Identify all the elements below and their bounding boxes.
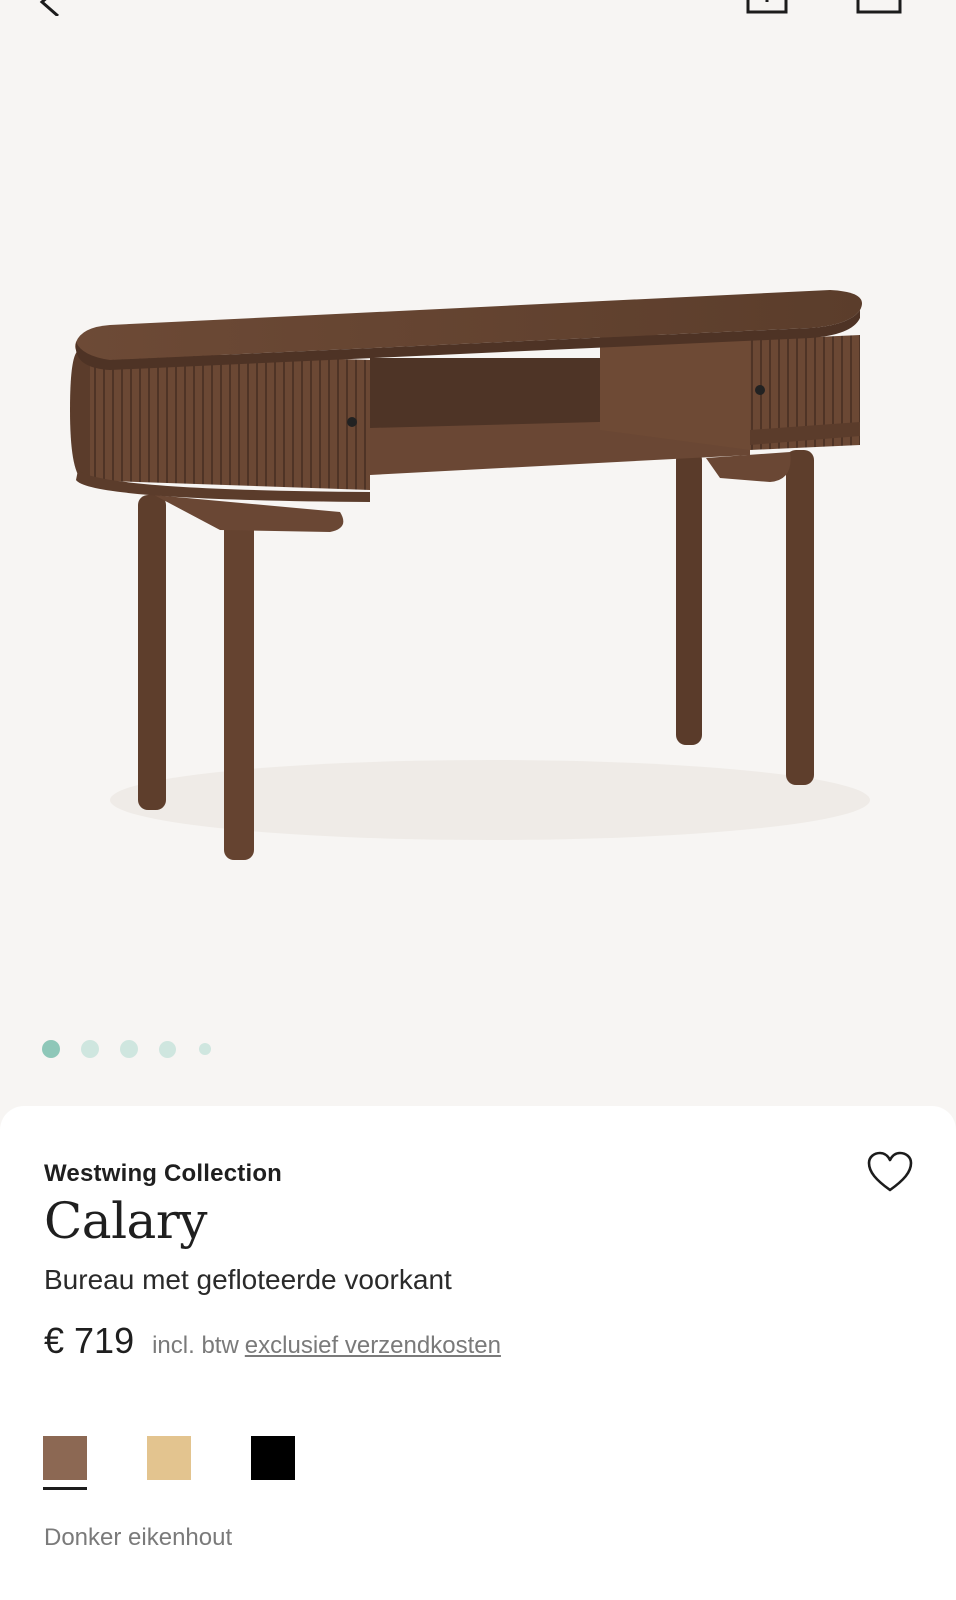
shipping-costs-link[interactable]: exclusief verzendkosten xyxy=(245,1332,501,1360)
chevron-left-icon[interactable] xyxy=(34,0,64,16)
share-icon[interactable] xyxy=(746,0,788,14)
swatch-color xyxy=(251,1436,295,1480)
swatch-color xyxy=(43,1436,87,1480)
color-swatches xyxy=(43,1436,355,1490)
color-swatch[interactable] xyxy=(43,1436,87,1490)
top-bar xyxy=(0,0,956,30)
selected-color-label: Donker eikenhout xyxy=(44,1524,233,1551)
price: € 719 xyxy=(44,1320,135,1361)
carousel-dot[interactable] xyxy=(199,1043,211,1055)
carousel-dots xyxy=(42,1040,211,1058)
swatch-color xyxy=(147,1436,191,1480)
price-row: € 719 incl. btw exclusief verzendkosten xyxy=(44,1320,501,1362)
swatch-selected-indicator xyxy=(43,1487,87,1490)
heart-outline-icon[interactable] xyxy=(866,1150,914,1194)
bag-icon[interactable] xyxy=(856,0,902,14)
carousel-dot[interactable] xyxy=(81,1040,99,1058)
carousel-dot[interactable] xyxy=(120,1040,138,1058)
product-subtitle: Bureau met gefloteerde voorkant xyxy=(44,1264,452,1295)
color-swatch[interactable] xyxy=(251,1436,295,1490)
product-gallery[interactable] xyxy=(0,0,956,1110)
vat-note: incl. btw xyxy=(152,1332,239,1359)
carousel-dot[interactable] xyxy=(159,1040,176,1058)
swatch-selected-indicator xyxy=(147,1487,191,1490)
carousel-dot[interactable] xyxy=(42,1040,60,1058)
product-title: Calary xyxy=(44,1192,208,1250)
brand-name[interactable]: Westwing Collection xyxy=(44,1160,282,1188)
product-image xyxy=(70,290,870,860)
swatch-selected-indicator xyxy=(251,1487,295,1490)
product-info-sheet: Westwing Collection Calary Bureau met ge… xyxy=(0,1106,956,1600)
color-swatch[interactable] xyxy=(147,1436,191,1490)
